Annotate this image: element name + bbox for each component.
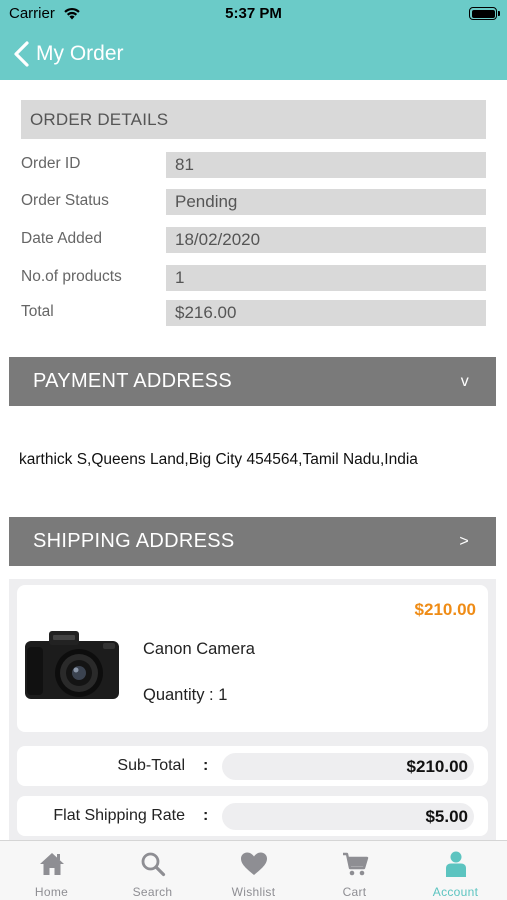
account-icon: [445, 851, 466, 877]
page-title: My Order: [36, 42, 124, 65]
product-count-row: No.of products 1: [21, 265, 486, 291]
subtotal-amount: $210.00: [406, 757, 468, 776]
shipping-address-title: SHIPPING ADDRESS: [33, 530, 235, 552]
total-row: Total $216.00: [21, 300, 486, 326]
order-id-row: Order ID 81: [21, 152, 486, 178]
tab-home[interactable]: Home: [1, 841, 102, 900]
subtotal-row: Sub-Total : $210.00: [17, 746, 488, 786]
product-quantity: Quantity : 1: [143, 686, 228, 704]
total-value: $216.00: [166, 300, 486, 326]
total-label: Total: [21, 303, 54, 320]
order-id-value: 81: [166, 152, 486, 178]
payment-address-header[interactable]: PAYMENT ADDRESS v: [9, 357, 496, 406]
shipping-rate-field: $5.00: [222, 803, 474, 830]
tab-account-label: Account: [432, 885, 479, 899]
date-added-row: Date Added 18/02/2020: [21, 227, 486, 253]
shipping-rate-colon: :: [203, 807, 209, 824]
product-count-value: 1: [166, 265, 486, 291]
shipping-rate-amount: $5.00: [425, 807, 468, 826]
product-price: $210.00: [414, 600, 476, 619]
chevron-left-icon: [14, 41, 29, 67]
order-status-label: Order Status: [21, 192, 109, 209]
date-added-value: 18/02/2020: [166, 227, 486, 253]
shipping-rate-row: Flat Shipping Rate : $5.00: [17, 796, 488, 836]
order-status-value: Pending: [166, 189, 486, 215]
order-id-label: Order ID: [21, 155, 81, 172]
heart-icon: [240, 852, 267, 875]
payment-address-text: karthick S,Queens Land,Big City 454564,T…: [19, 451, 418, 468]
payment-address-title: PAYMENT ADDRESS: [33, 370, 232, 392]
subtotal-label: Sub-Total: [117, 757, 185, 774]
product-count-label: No.of products: [21, 268, 122, 285]
tab-search-label: Search: [132, 885, 173, 899]
order-products-list: $210.00 Canon Camera Quantity : 1 Sub-To…: [9, 579, 496, 841]
product-name: Canon Camera: [143, 640, 255, 658]
chevron-down-icon: v: [460, 373, 469, 390]
status-bar: Carrier 5:37 PM: [0, 0, 507, 28]
date-added-label: Date Added: [21, 230, 103, 247]
navigation-bar: My Order: [0, 28, 507, 80]
tab-wishlist-label: Wishlist: [231, 885, 276, 899]
search-icon: [141, 852, 165, 877]
tab-search[interactable]: Search: [102, 841, 203, 900]
cart-icon: [342, 852, 368, 876]
tab-home-label: Home: [34, 885, 69, 899]
order-status-row: Order Status Pending: [21, 189, 486, 215]
tab-account[interactable]: Account: [405, 841, 506, 900]
back-button[interactable]: My Order: [12, 38, 124, 70]
product-card[interactable]: $210.00 Canon Camera Quantity : 1: [17, 585, 488, 732]
subtotal-field: $210.00: [222, 753, 474, 780]
tab-cart[interactable]: Cart: [304, 841, 405, 900]
battery-icon: [469, 7, 500, 20]
home-icon: [39, 853, 64, 875]
shipping-address-header[interactable]: SHIPPING ADDRESS >: [9, 517, 496, 566]
clock: 5:37 PM: [225, 5, 282, 22]
tab-cart-label: Cart: [342, 885, 367, 899]
order-details-header: ORDER DETAILS: [21, 100, 486, 139]
camera-image: [25, 631, 119, 699]
chevron-right-icon: >: [459, 533, 469, 550]
subtotal-colon: :: [203, 757, 209, 774]
shipping-rate-label: Flat Shipping Rate: [53, 807, 185, 824]
tab-wishlist[interactable]: Wishlist: [203, 841, 304, 900]
tab-bar: Home Search Wishlist Cart Account: [0, 840, 507, 900]
